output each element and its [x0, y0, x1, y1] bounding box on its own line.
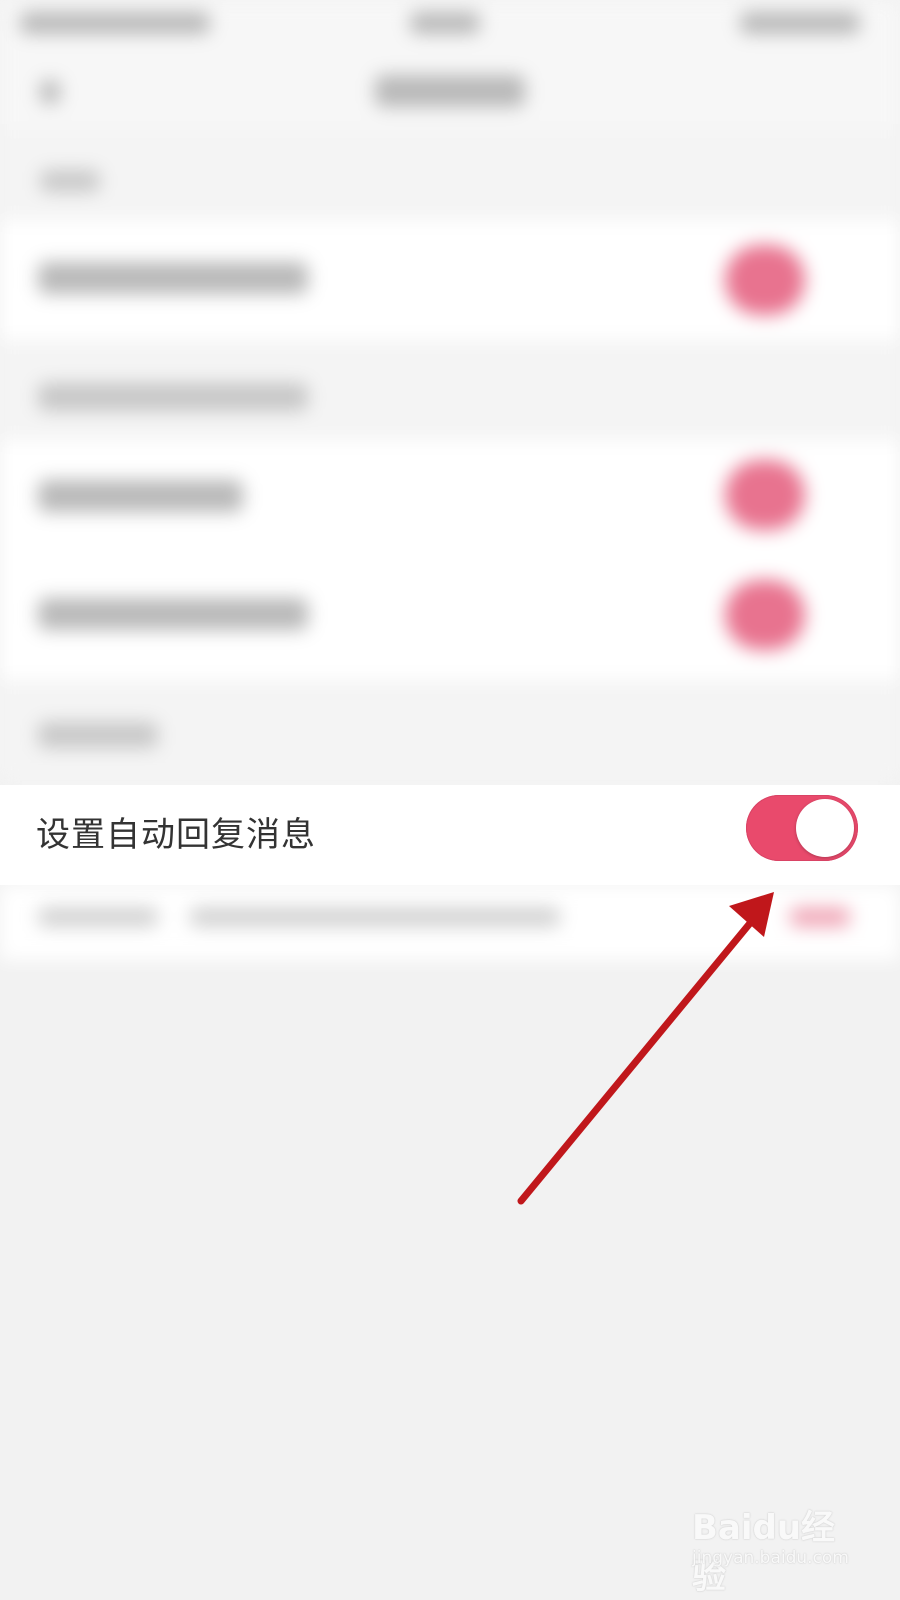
blurred-helper-text-2 — [190, 907, 560, 927]
toggle-knob — [796, 799, 854, 857]
blurred-back-button — [40, 80, 60, 104]
blurred-status-left — [20, 12, 210, 34]
auto-reply-setting-label: 设置自动回复消息 — [36, 815, 316, 855]
blurred-row-3-toggle — [725, 460, 805, 530]
watermark-url: jingyan.baidu.com — [692, 1548, 849, 1568]
blurred-row-1-label — [38, 262, 308, 294]
blurred-row-4-toggle — [725, 580, 805, 650]
auto-reply-setting-row: 设置自动回复消息 — [0, 785, 900, 885]
auto-reply-toggle[interactable] — [746, 795, 858, 861]
blurred-helper-row — [0, 885, 900, 960]
blurred-helper-text-1 — [38, 907, 158, 927]
blurred-row-1-toggle — [725, 245, 805, 315]
blurred-section-label — [40, 170, 100, 192]
blurred-helper-link — [790, 907, 850, 927]
blurred-row-2-label — [38, 383, 308, 411]
blurred-row-5-label — [38, 722, 158, 748]
blurred-row-3-label — [38, 480, 243, 512]
blurred-row-4-label — [38, 598, 308, 630]
baidu-jingyan-watermark: Baidu经验 jingyan.baidu.com — [688, 1498, 868, 1597]
blurred-settings-content — [0, 0, 900, 785]
blurred-status-center — [410, 12, 480, 34]
blurred-status-right — [740, 12, 860, 34]
blurred-page-title — [375, 75, 525, 107]
